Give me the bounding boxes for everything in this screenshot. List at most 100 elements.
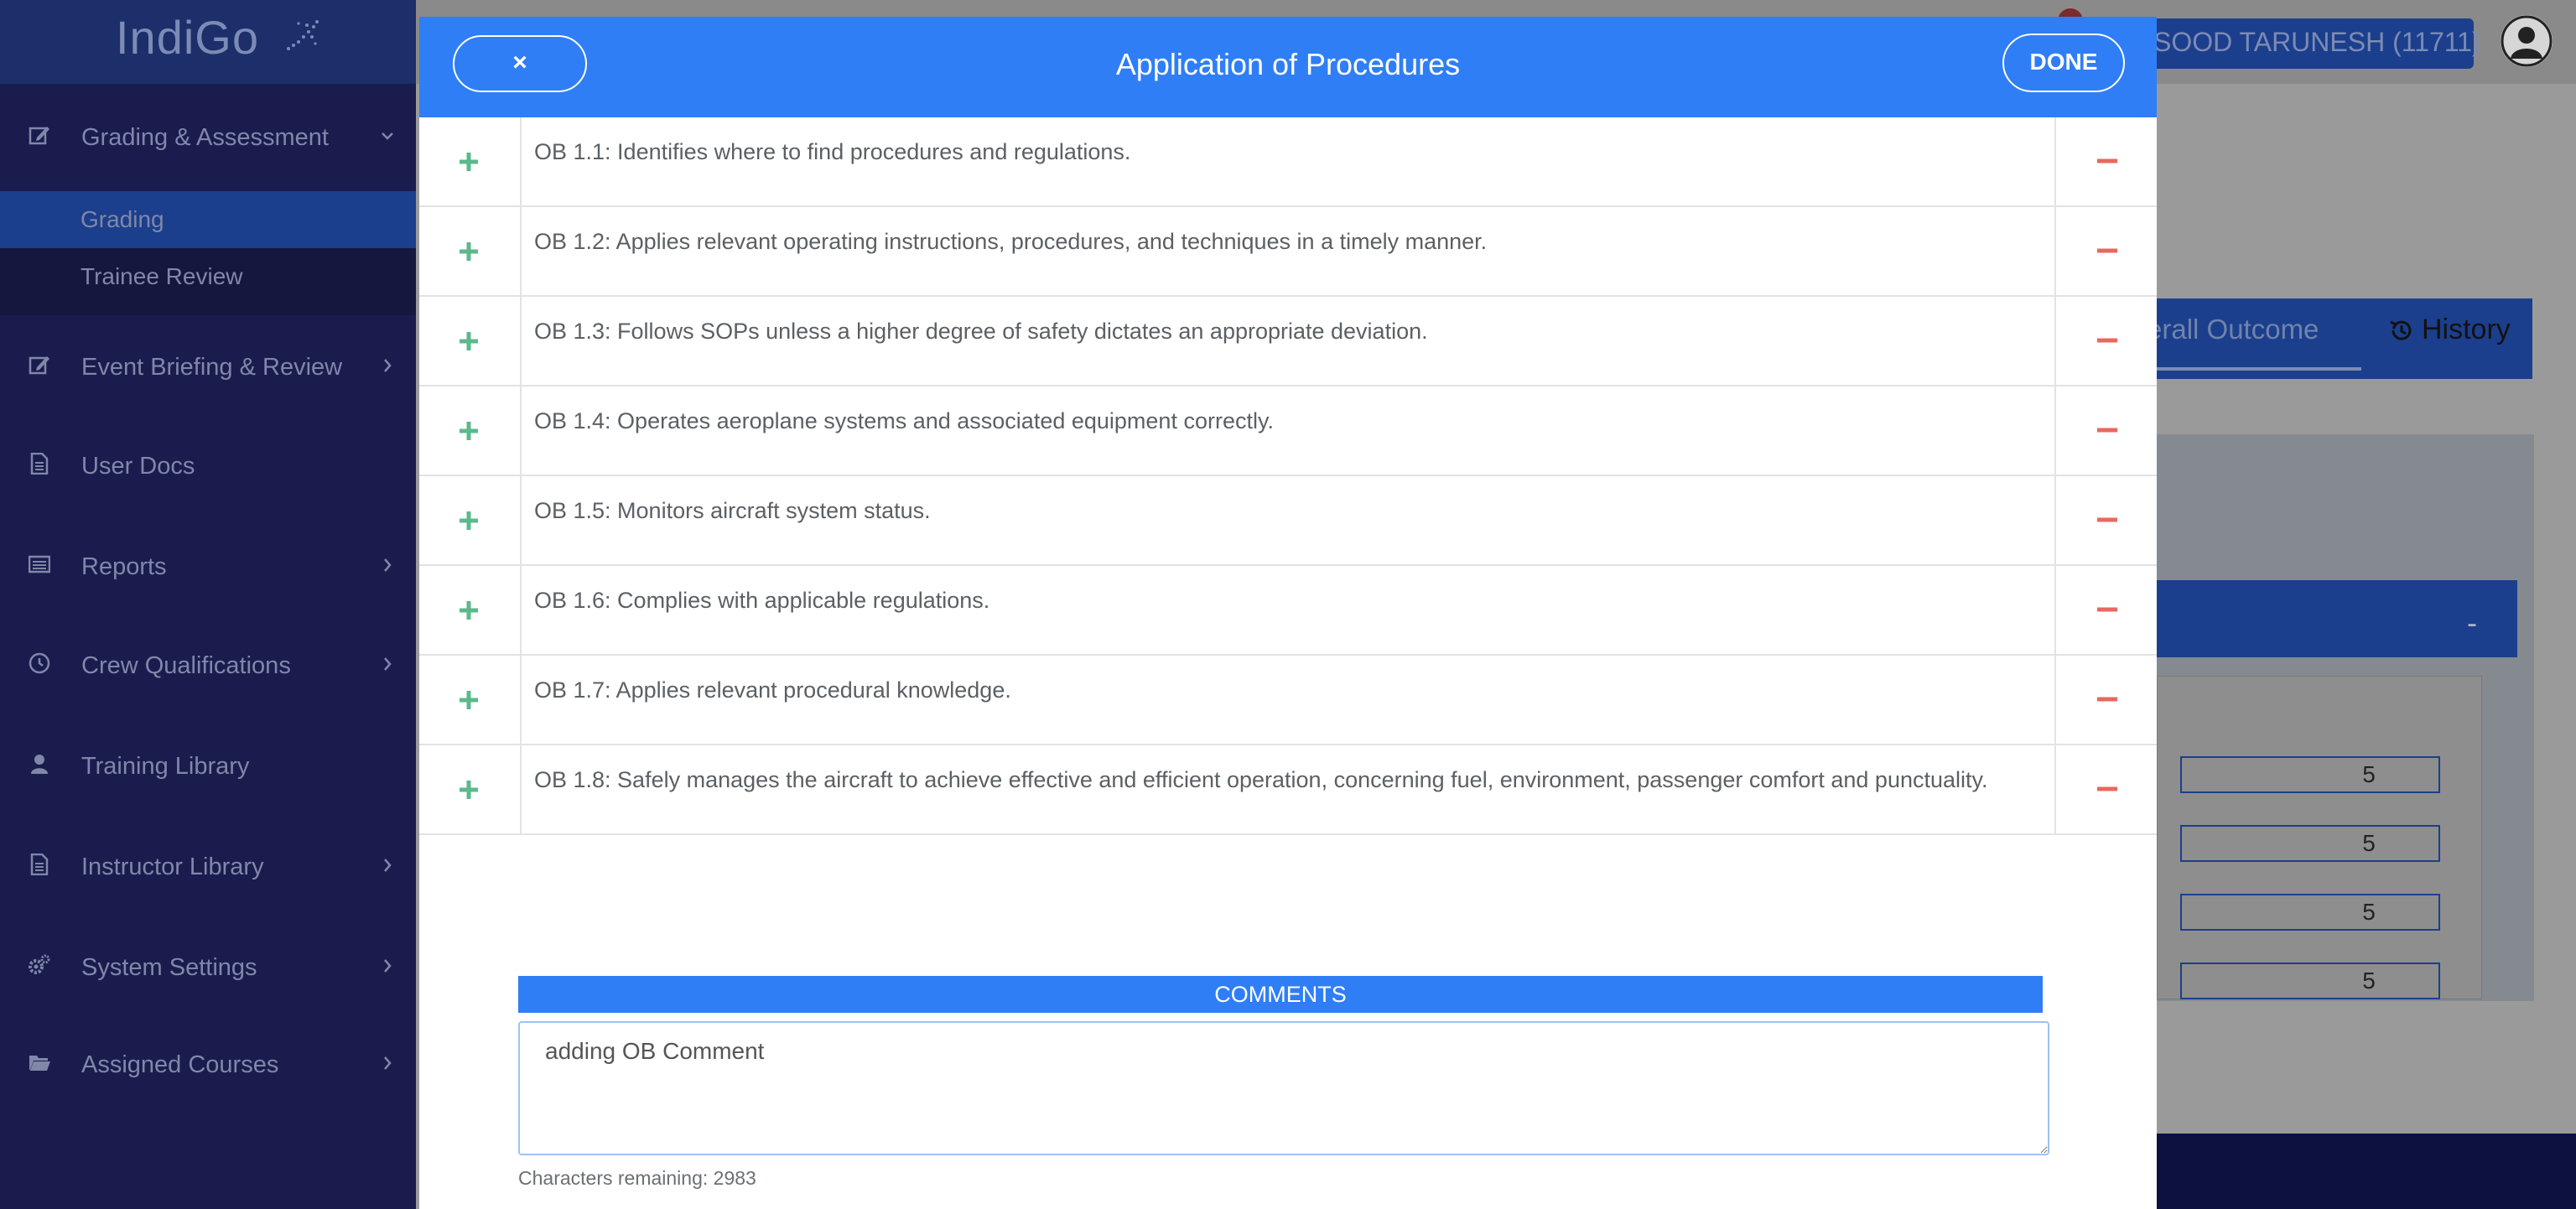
- sidebar-item-instructor-library[interactable]: Instructor Library: [0, 835, 416, 902]
- sidebar-subitem-trainee-review[interactable]: Trainee Review: [80, 263, 242, 290]
- minus-icon: [2097, 338, 2117, 343]
- avatar[interactable]: [2501, 15, 2553, 67]
- done-button[interactable]: DONE: [2002, 34, 2125, 92]
- ob-row: OB 1.8: Safely manages the aircraft to a…: [419, 745, 2157, 835]
- chevron-right-icon: [384, 859, 392, 872]
- comments-textarea[interactable]: [518, 1021, 2049, 1155]
- decrease-button[interactable]: [2054, 117, 2158, 205]
- reports-icon: [29, 555, 50, 573]
- sidebar-subitem-grading[interactable]: Grading: [80, 206, 164, 233]
- decrease-button[interactable]: [2054, 476, 2158, 564]
- sidebar-item-grading-assessment[interactable]: Grading & Assessment: [0, 106, 416, 173]
- increase-button[interactable]: [419, 656, 522, 744]
- chevron-down-icon: [382, 132, 393, 140]
- sidebar-item-crew-qualifications[interactable]: Crew Qualifications: [0, 634, 416, 701]
- sidebar-item-user-docs[interactable]: User Docs: [0, 434, 416, 501]
- minus-icon: [2097, 428, 2117, 433]
- panel-collapse-toggle[interactable]: -: [2467, 605, 2477, 641]
- logo-bar: IndiGo: [0, 0, 416, 84]
- ob-description: OB 1.2: Applies relevant operating instr…: [534, 229, 1488, 254]
- gears-icon: [29, 954, 50, 974]
- modal-title: Application of Procedures: [1115, 47, 1461, 81]
- minus-icon: [2097, 786, 2117, 791]
- grade-cell-value: 5: [2362, 968, 2376, 994]
- sidebar-item-label: Reports: [81, 553, 167, 580]
- minus-icon: [2097, 517, 2117, 522]
- minus-icon: [2097, 697, 2117, 702]
- plus-icon: [460, 332, 478, 350]
- user-avatar-icon: [2501, 15, 2553, 67]
- minus-icon: [2097, 248, 2117, 253]
- grade-cell[interactable]: 5: [2180, 894, 2440, 931]
- ob-description: OB 1.8: Safely manages the aircraft to a…: [534, 767, 1988, 792]
- grade-cell[interactable]: 5: [2180, 756, 2440, 793]
- chevron-right-icon: [384, 558, 392, 572]
- ob-list: OB 1.1: Identifies where to find procedu…: [419, 117, 2157, 835]
- panel-header: [2157, 580, 2517, 657]
- decrease-button[interactable]: [2054, 566, 2158, 654]
- document-icon: [30, 453, 49, 475]
- tab-history[interactable]: History: [2422, 314, 2511, 346]
- sidebar-item-label: System Settings: [81, 954, 257, 981]
- grade-cell[interactable]: 5: [2180, 963, 2440, 999]
- increase-button[interactable]: [419, 745, 522, 833]
- edit-icon: [29, 127, 49, 145]
- increase-button[interactable]: [419, 387, 522, 475]
- increase-button[interactable]: [419, 476, 522, 564]
- sidebar-item-system-settings[interactable]: System Settings: [0, 936, 416, 1003]
- increase-button[interactable]: [419, 566, 522, 654]
- plus-icon: [460, 601, 478, 620]
- plus-icon: [460, 691, 478, 709]
- clock-icon: [29, 652, 50, 674]
- document-icon: [30, 854, 49, 875]
- increase-button[interactable]: [419, 297, 522, 385]
- sidebar-item-assigned-courses[interactable]: Assigned Courses: [0, 1033, 416, 1100]
- ob-description: OB 1.3: Follows SOPs unless a higher deg…: [534, 319, 1428, 344]
- tab-overall-outcome[interactable]: erall Outcome: [2147, 314, 2319, 345]
- increase-button[interactable]: [419, 207, 522, 295]
- plus-icon: [460, 511, 478, 530]
- plane-icon: [287, 20, 319, 50]
- edit-icon: [29, 356, 49, 375]
- ob-description: OB 1.4: Operates aeroplane systems and a…: [534, 408, 1274, 433]
- sidebar-item-event-briefing[interactable]: Event Briefing & Review: [0, 335, 416, 402]
- ob-description: OB 1.6: Complies with applicable regulat…: [534, 588, 990, 613]
- grade-cell-value: 5: [2362, 830, 2376, 856]
- folder-icon: [29, 1056, 50, 1071]
- sidebar-item-label: Instructor Library: [81, 854, 264, 880]
- sidebar-item-training-library[interactable]: Training Library: [0, 734, 416, 802]
- tab-active-underline: [2157, 367, 2361, 371]
- modal-header: × Application of Procedures DONE: [419, 17, 2157, 117]
- plus-icon: [460, 153, 478, 171]
- ob-row: OB 1.7: Applies relevant procedural know…: [419, 656, 2157, 745]
- decrease-button[interactable]: [2054, 207, 2158, 295]
- plus-icon: [460, 781, 478, 799]
- plus-icon: [460, 242, 478, 261]
- ob-row: OB 1.2: Applies relevant operating instr…: [419, 207, 2157, 297]
- decrease-button[interactable]: [2054, 656, 2158, 744]
- chevron-right-icon: [384, 657, 392, 671]
- ob-row: OB 1.4: Operates aeroplane systems and a…: [419, 387, 2157, 476]
- sidebar-item-reports[interactable]: Reports: [0, 535, 416, 602]
- grade-cell-value: 5: [2362, 899, 2376, 925]
- brand-logo: IndiGo: [116, 11, 259, 64]
- user-name: SOOD TARUNESH (11711): [2153, 27, 2481, 57]
- ob-description: OB 1.1: Identifies where to find procedu…: [534, 139, 1131, 164]
- chevron-right-icon: [384, 959, 392, 973]
- sidebar-item-label: Assigned Courses: [81, 1051, 279, 1078]
- ob-row: OB 1.3: Follows SOPs unless a higher deg…: [419, 297, 2157, 387]
- sidebar-item-label: Training Library: [81, 753, 250, 780]
- sidebar-item-label: Event Briefing & Review: [81, 354, 343, 381]
- chevron-right-icon: [384, 1056, 392, 1070]
- increase-button[interactable]: [419, 117, 522, 205]
- grade-cell[interactable]: 5: [2180, 825, 2440, 862]
- history-icon: [2390, 320, 2412, 340]
- minus-icon: [2097, 158, 2117, 163]
- sidebar-item-label: Crew Qualifications: [81, 652, 291, 679]
- comments-label: COMMENTS: [518, 976, 2043, 1013]
- decrease-button[interactable]: [2054, 745, 2158, 833]
- decrease-button[interactable]: [2054, 387, 2158, 475]
- decrease-button[interactable]: [2054, 297, 2158, 385]
- sidebar-item-label: User Docs: [81, 453, 195, 480]
- ob-row: OB 1.1: Identifies where to find procedu…: [419, 117, 2157, 207]
